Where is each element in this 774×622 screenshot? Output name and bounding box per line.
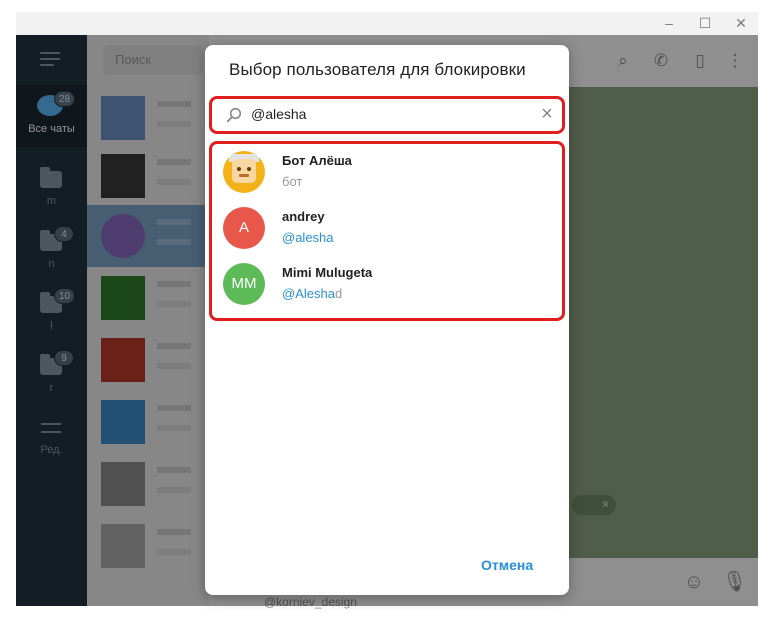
minimize-icon[interactable]: – bbox=[652, 12, 686, 35]
title-bar: – ☐ ✕ bbox=[16, 12, 758, 35]
block-user-dialog: Выбор пользователя для блокировки @alesh… bbox=[205, 45, 569, 595]
search-input[interactable]: @alesha bbox=[251, 106, 306, 122]
result-name: andrey bbox=[282, 209, 325, 224]
result-subtitle: бот bbox=[282, 174, 303, 189]
avatar: A bbox=[223, 207, 265, 249]
avatar: MM bbox=[223, 263, 265, 305]
search-results: Бот Алёша бот A andrey @alesha MM Mimi M… bbox=[209, 141, 565, 321]
result-mimi-mulugeta[interactable]: MM Mimi Mulugeta @Aleshad bbox=[212, 256, 562, 312]
search-icon bbox=[226, 107, 242, 123]
cancel-button[interactable]: Отмена bbox=[481, 557, 533, 573]
user-search-field[interactable]: @alesha × bbox=[209, 96, 565, 134]
result-subtitle: @alesha bbox=[282, 230, 334, 245]
result-bot-alesha[interactable]: Бот Алёша бот bbox=[212, 144, 562, 200]
avatar bbox=[223, 151, 265, 193]
dialog-title: Выбор пользователя для блокировки bbox=[229, 60, 526, 79]
username-match: @Alesha bbox=[282, 286, 335, 301]
result-name: Бот Алёша bbox=[282, 153, 352, 168]
clear-icon[interactable]: × bbox=[538, 104, 556, 124]
result-name: Mimi Mulugeta bbox=[282, 265, 373, 280]
maximize-icon[interactable]: ☐ bbox=[688, 12, 722, 35]
result-andrey[interactable]: A andrey @alesha bbox=[212, 200, 562, 256]
close-window-icon[interactable]: ✕ bbox=[724, 12, 758, 35]
username-rest: d bbox=[334, 286, 343, 301]
result-subtitle: @Aleshad bbox=[282, 286, 342, 301]
